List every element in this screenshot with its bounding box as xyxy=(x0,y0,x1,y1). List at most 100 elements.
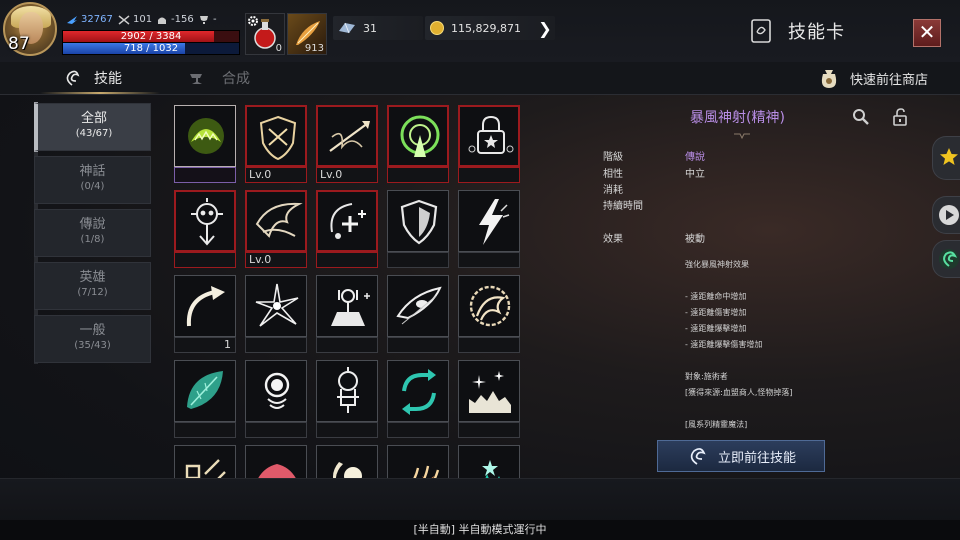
skill-card-frame xyxy=(316,445,378,478)
heal-plus-icon xyxy=(330,203,366,239)
search-icon[interactable] xyxy=(852,108,870,126)
skill-card-frame xyxy=(458,105,520,167)
description-line: 強化暴風神射效果 xyxy=(685,260,749,269)
skill-card-label xyxy=(458,422,520,438)
go-to-skill-label: 立即前往技能 xyxy=(717,450,796,466)
skill-card-frame xyxy=(316,105,378,167)
skill-card[interactable] xyxy=(458,275,520,353)
go-to-skill-button[interactable]: 立即前往技能 xyxy=(657,440,825,472)
city-sparkle-icon xyxy=(469,371,511,413)
trap-chain-icon xyxy=(185,459,226,478)
skill-card-label xyxy=(174,252,236,268)
skill-card[interactable]: Lv.0 xyxy=(245,105,307,183)
skill-card-label xyxy=(458,167,520,183)
quick-slot-potion[interactable]: 0 xyxy=(245,13,285,55)
skill-card-frame xyxy=(387,360,449,422)
detail-row-cost: 消耗 xyxy=(603,181,685,196)
category-name: 全部 xyxy=(80,111,107,126)
category-name: 傳說 xyxy=(79,217,106,232)
close-button[interactable]: ✕ xyxy=(913,19,941,47)
attack-value: 101 xyxy=(133,14,153,25)
skill-card[interactable] xyxy=(245,360,307,438)
money-bag-icon xyxy=(821,70,837,88)
skill-card-label: Lv.0 xyxy=(245,167,307,183)
dragon-head-icon xyxy=(469,285,511,327)
skill-card[interactable]: Lv.0 xyxy=(245,190,307,268)
skill-card[interactable] xyxy=(316,360,378,438)
skill-card-label xyxy=(245,337,307,353)
skill-card-frame xyxy=(387,190,449,252)
power-stat: 32767 xyxy=(66,14,113,25)
skill-card[interactable]: Lv.0 xyxy=(316,105,378,183)
venus-flytrap-icon xyxy=(188,118,224,154)
skill-card-frame xyxy=(387,275,449,337)
curved-arrow-icon xyxy=(186,286,225,327)
category-legend[interactable]: 傳說 (1/8) xyxy=(34,209,151,257)
skill-card-frame xyxy=(174,445,236,478)
skill-card[interactable] xyxy=(458,105,520,183)
skill-card[interactable] xyxy=(387,445,449,478)
quick-slot-scroll[interactable]: 913 xyxy=(287,13,327,55)
skill-detail-panel: 暴風神射(精神) 階級 傳說 相性 中立 消耗 持續時間 效果 被動 強化暴風神… xyxy=(540,98,935,470)
row-key: 階級 xyxy=(603,152,623,163)
description-line: - 遠距離爆擊增加 xyxy=(685,324,747,333)
category-mythic[interactable]: 神話 (0/4) xyxy=(34,156,151,204)
category-count: (7/12) xyxy=(77,287,108,298)
defense-value: -156 xyxy=(171,14,194,25)
skill-card-frame xyxy=(458,190,520,252)
skill-card[interactable] xyxy=(458,445,520,478)
tab-skills-label: 技能 xyxy=(94,71,122,87)
tab-synthesis[interactable]: 合成 xyxy=(188,62,250,94)
category-name: 一般 xyxy=(79,323,106,338)
skill-card-frame xyxy=(245,360,307,422)
skill-card-frame xyxy=(458,445,520,478)
skill-card[interactable] xyxy=(174,445,236,478)
chevron-right-icon[interactable]: ❯ xyxy=(536,18,554,40)
skill-card[interactable] xyxy=(174,105,236,183)
skill-card-frame xyxy=(387,445,449,478)
skill-card[interactable] xyxy=(458,360,520,438)
side-tab-favorite[interactable] xyxy=(932,136,960,180)
skill-card[interactable] xyxy=(387,105,449,183)
row-value: 被動 xyxy=(685,234,705,245)
skill-card-frame xyxy=(174,360,236,422)
skill-card[interactable] xyxy=(174,190,236,268)
skill-card-frame xyxy=(174,190,236,252)
trophy-value: - xyxy=(213,14,217,25)
skill-card-frame xyxy=(245,275,307,337)
crystal-icon xyxy=(339,22,355,34)
anvil-icon xyxy=(190,74,202,84)
skill-card[interactable]: 1 xyxy=(174,275,236,353)
skull-target-icon xyxy=(191,198,223,246)
teal-burst-icon xyxy=(482,460,500,478)
winged-bow-icon xyxy=(255,202,303,238)
gold-value: 115,829,871 xyxy=(451,21,521,35)
tab-skills[interactable]: 技能 xyxy=(62,62,122,94)
quick-shop-link[interactable]: 快速前往商店 xyxy=(816,66,928,90)
attack-stat: 101 xyxy=(118,14,152,25)
skill-card[interactable] xyxy=(387,275,449,353)
skill-card[interactable] xyxy=(387,190,449,268)
unlock-icon[interactable] xyxy=(892,108,908,126)
category-hero[interactable]: 英雄 (7/12) xyxy=(34,262,151,310)
skill-card[interactable] xyxy=(245,445,307,478)
skill-card[interactable] xyxy=(316,190,378,268)
description-line: - 遠距離傷害增加 xyxy=(685,308,747,317)
skill-card-frame xyxy=(245,445,307,478)
skill-card[interactable] xyxy=(245,275,307,353)
skill-card[interactable] xyxy=(316,275,378,353)
side-tab-play[interactable] xyxy=(932,196,960,234)
description-line: - 遠距離爆擊傷害增加 xyxy=(685,340,763,349)
skill-card[interactable] xyxy=(316,445,378,478)
mp-text: 718 / 1032 xyxy=(123,43,179,54)
category-count: (35/43) xyxy=(74,340,111,351)
skill-card[interactable] xyxy=(174,360,236,438)
skill-card[interactable] xyxy=(387,360,449,438)
shadow-arrow-icon xyxy=(329,121,370,152)
tab-synthesis-label: 合成 xyxy=(222,71,250,87)
skill-card[interactable] xyxy=(458,190,520,268)
category-normal[interactable]: 一般 (35/43) xyxy=(34,315,151,363)
category-all[interactable]: 全部 (43/67) xyxy=(34,103,151,151)
side-tab-swirl[interactable] xyxy=(932,240,960,278)
skill-card-label xyxy=(174,167,236,183)
